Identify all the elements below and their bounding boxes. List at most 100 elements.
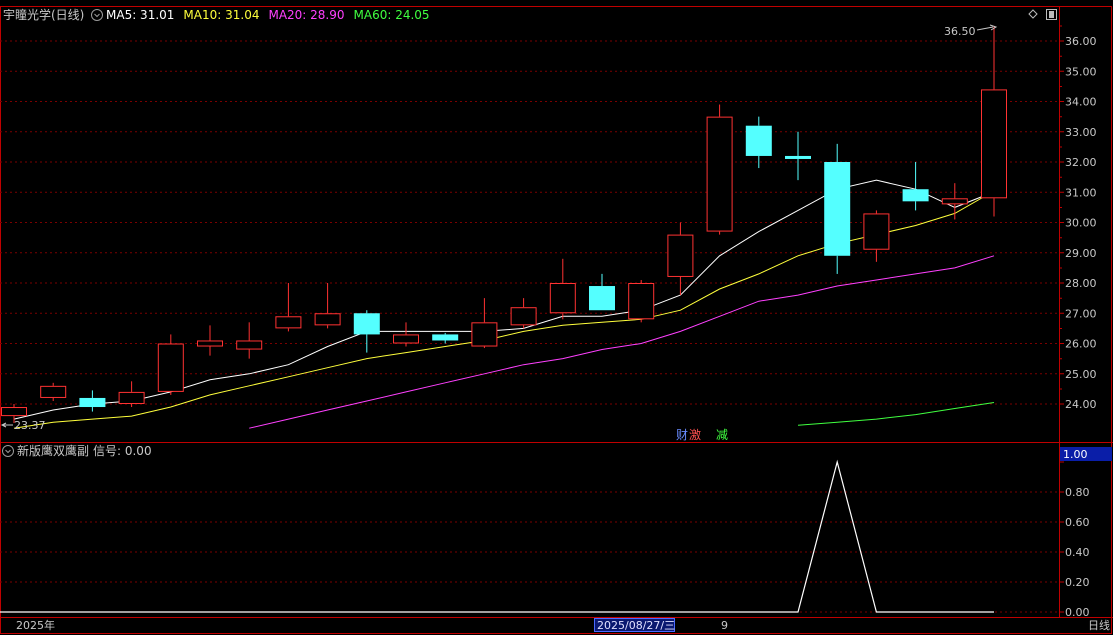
footer-period: 日线 bbox=[1088, 618, 1110, 632]
candle bbox=[589, 273, 615, 311]
candle bbox=[157, 334, 184, 395]
indicator-grid bbox=[0, 491, 1059, 613]
candle bbox=[863, 210, 890, 262]
candle-body-down bbox=[745, 125, 772, 156]
indicator-value-box-label: 1.00 bbox=[1063, 448, 1088, 461]
price-tick-label: 36.00 bbox=[1065, 35, 1097, 48]
candle bbox=[941, 183, 968, 220]
footer-year: 2025年 bbox=[16, 618, 55, 632]
candle-body-up bbox=[628, 283, 655, 320]
candle bbox=[236, 322, 263, 359]
candle-body-up bbox=[706, 116, 733, 232]
candle bbox=[824, 143, 851, 274]
ma-legend-item: MA5: 31.01 bbox=[106, 8, 174, 22]
candle-body-up bbox=[981, 89, 1007, 199]
marker-ji[interactable]: 激 bbox=[689, 428, 701, 442]
candle-body-up bbox=[157, 343, 184, 392]
high-mark-label: 36.50 bbox=[944, 25, 976, 38]
candle-body-up bbox=[1, 407, 27, 417]
cursor-date: 2025/08/27/三 bbox=[597, 619, 675, 632]
candle bbox=[471, 298, 498, 349]
marker-jian[interactable]: 减 bbox=[716, 428, 728, 442]
marker-cai[interactable]: 财 bbox=[676, 428, 688, 442]
candle bbox=[275, 283, 302, 332]
price-tick-label: 24.00 bbox=[1065, 398, 1097, 411]
candle bbox=[353, 310, 380, 353]
ma-legend-item: MA60: 24.05 bbox=[354, 8, 430, 22]
candlestick-series bbox=[1, 25, 1007, 424]
candle-body-up bbox=[275, 316, 302, 329]
indicator-tick-label: 0.00 bbox=[1065, 606, 1090, 619]
candle bbox=[393, 322, 419, 347]
price-axis: 24.00 25.00 26.00 27.00 28.00 29.00 30.00 31.00… bbox=[1059, 25, 1097, 411]
price-tick-label: 32.00 bbox=[1065, 156, 1097, 169]
candle bbox=[432, 332, 459, 344]
price-tick-label: 27.00 bbox=[1065, 307, 1097, 320]
price-tick-label: 30.00 bbox=[1065, 217, 1097, 230]
candle bbox=[118, 381, 145, 408]
candle bbox=[745, 116, 772, 169]
candle bbox=[79, 390, 106, 412]
candle bbox=[667, 222, 694, 296]
candle-body-down bbox=[902, 189, 929, 202]
event-markers: 财 激 减 bbox=[676, 428, 728, 442]
candle-body-up bbox=[118, 391, 145, 404]
price-tick-label: 28.00 bbox=[1065, 277, 1097, 290]
diamond-icon[interactable] bbox=[1028, 9, 1038, 19]
signal-line bbox=[0, 459, 994, 613]
ma-legend: MA5: 31.01 MA10: 31.04 MA20: 28.90 MA60: 24… bbox=[106, 8, 430, 22]
candle bbox=[628, 279, 655, 323]
chart-canvas[interactable]: 24.00 25.00 26.00 27.00 28.00 29.00 30.00 31.00… bbox=[0, 0, 1113, 635]
window-toggle-icon[interactable] bbox=[1046, 9, 1057, 20]
candle bbox=[314, 283, 341, 329]
candle-body-up bbox=[40, 385, 67, 398]
indicator-dropdown-chevron bbox=[5, 449, 11, 454]
candle-body-up bbox=[197, 340, 223, 347]
candle-body-up bbox=[863, 213, 890, 250]
indicator-signal: 信号: 0.00 bbox=[93, 444, 152, 458]
candle bbox=[40, 382, 67, 401]
candle bbox=[785, 131, 811, 181]
ma60-line bbox=[797, 402, 995, 426]
candle-body-up bbox=[393, 334, 419, 344]
indicator-tick-label: 0.80 bbox=[1065, 486, 1090, 499]
candle-body-down bbox=[824, 162, 851, 256]
signal-line-series bbox=[0, 459, 994, 613]
candle bbox=[981, 25, 1007, 217]
candle-body-down bbox=[589, 286, 615, 311]
indicator-tick-label: 0.20 bbox=[1065, 576, 1090, 589]
indicator-tick-label: 0.60 bbox=[1065, 516, 1090, 529]
main-frame bbox=[0, 6, 1112, 634]
candle-body-up bbox=[471, 322, 498, 347]
candle-body-up bbox=[510, 307, 537, 326]
ma-legend-item: MA20: 28.90 bbox=[268, 8, 344, 22]
candle-body-down bbox=[432, 334, 459, 341]
footer-month-mark: 9 bbox=[721, 619, 728, 632]
candle-body-down bbox=[353, 313, 380, 335]
low-mark-label: 23.37 bbox=[14, 419, 46, 432]
price-tick-label: 33.00 bbox=[1065, 126, 1097, 139]
candle bbox=[197, 325, 223, 356]
candle-body-down bbox=[785, 155, 811, 159]
price-tick-label: 29.00 bbox=[1065, 247, 1097, 260]
ma-legend-item: MA10: 31.04 bbox=[183, 8, 259, 22]
candle-body-down bbox=[79, 397, 106, 408]
candle-body-up bbox=[314, 313, 341, 326]
indicator-axis: 0.00 0.20 0.40 0.60 0.80 bbox=[1059, 461, 1090, 619]
indicator-tick-label: 0.40 bbox=[1065, 546, 1090, 559]
indicator-title: 新版鹰双鹰副 bbox=[17, 443, 89, 458]
candle-body-up bbox=[549, 283, 576, 314]
candle bbox=[902, 162, 929, 211]
indicator-dropdown-icon[interactable] bbox=[2, 445, 14, 457]
price-tick-label: 35.00 bbox=[1065, 65, 1097, 78]
price-tick-label: 26.00 bbox=[1065, 338, 1097, 351]
ma-dropdown-icon[interactable] bbox=[91, 9, 103, 21]
low-mark: 23.37 bbox=[0, 419, 46, 432]
ma-dropdown-chevron bbox=[94, 13, 100, 18]
stock-title: 宇瞳光学(日线) bbox=[3, 7, 84, 22]
candle-body-up bbox=[236, 340, 263, 350]
ma20-line bbox=[249, 255, 995, 429]
candle bbox=[549, 258, 576, 320]
candle-body-up bbox=[941, 198, 968, 205]
candle bbox=[510, 298, 537, 329]
